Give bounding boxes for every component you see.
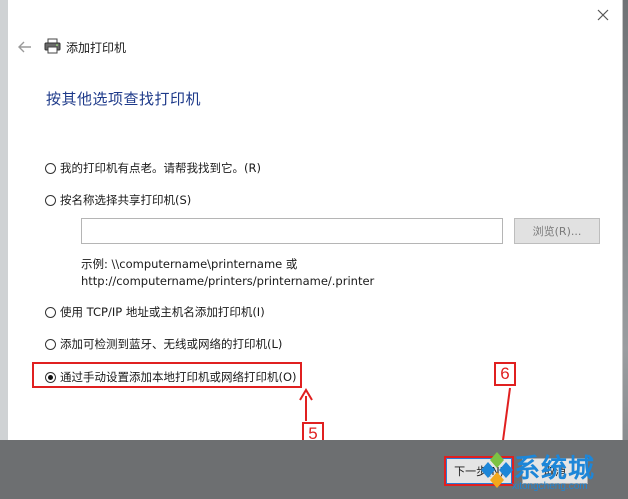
example-line-1: 示例: \\computername\printername 或 [81,257,298,271]
radio-shared-printer[interactable] [45,194,56,206]
example-line-2: http://computername/printers/printername… [81,274,375,288]
option-old-printer-label: 我的打印机有点老。请帮我找到它。(R) [60,161,261,175]
radio-tcpip[interactable] [45,306,56,318]
option-shared-printer-label: 按名称选择共享打印机(S) [60,193,192,207]
close-icon [597,9,609,21]
annotation-step-6: 6 [494,362,516,386]
radio-manual-local[interactable] [45,371,56,383]
option-shared-printer[interactable]: 按名称选择共享打印机(S) [45,192,191,208]
printer-icon [44,38,61,54]
option-manual-local-label: 通过手动设置添加本地打印机或网络打印机(O) [60,370,297,384]
option-old-printer[interactable]: 我的打印机有点老。请帮我找到它。(R) [45,160,261,176]
option-tcpip[interactable]: 使用 TCP/IP 地址或主机名添加打印机(I) [45,304,265,320]
radio-wireless[interactable] [45,338,56,350]
browse-button[interactable]: 浏览(R)... [514,218,600,244]
option-wireless-label: 添加可检测到蓝牙、无线或网络的打印机(L) [60,337,283,351]
cancel-button[interactable]: 取消 [522,458,588,484]
wizard-title: 添加打印机 [66,41,127,55]
next-button[interactable]: 下一步(N) [446,458,512,484]
back-button[interactable] [16,38,34,56]
option-manual-local[interactable]: 通过手动设置添加本地打印机或网络打印机(O) [45,369,297,385]
shared-printer-name-input[interactable] [81,218,503,244]
page-heading: 按其他选项查找打印机 [46,90,202,108]
close-button[interactable] [592,4,614,26]
example-text: 示例: \\computername\printername 或 http://… [81,256,374,290]
back-arrow-icon [18,41,31,53]
radio-old-printer[interactable] [45,162,56,174]
option-tcpip-label: 使用 TCP/IP 地址或主机名添加打印机(I) [60,305,265,319]
title-bar [8,0,622,32]
wizard-nav: 添加打印机 [8,32,622,62]
annotation-arrow-5-icon [299,388,313,421]
option-wireless[interactable]: 添加可检测到蓝牙、无线或网络的打印机(L) [45,336,282,352]
desktop-edge [0,0,8,460]
